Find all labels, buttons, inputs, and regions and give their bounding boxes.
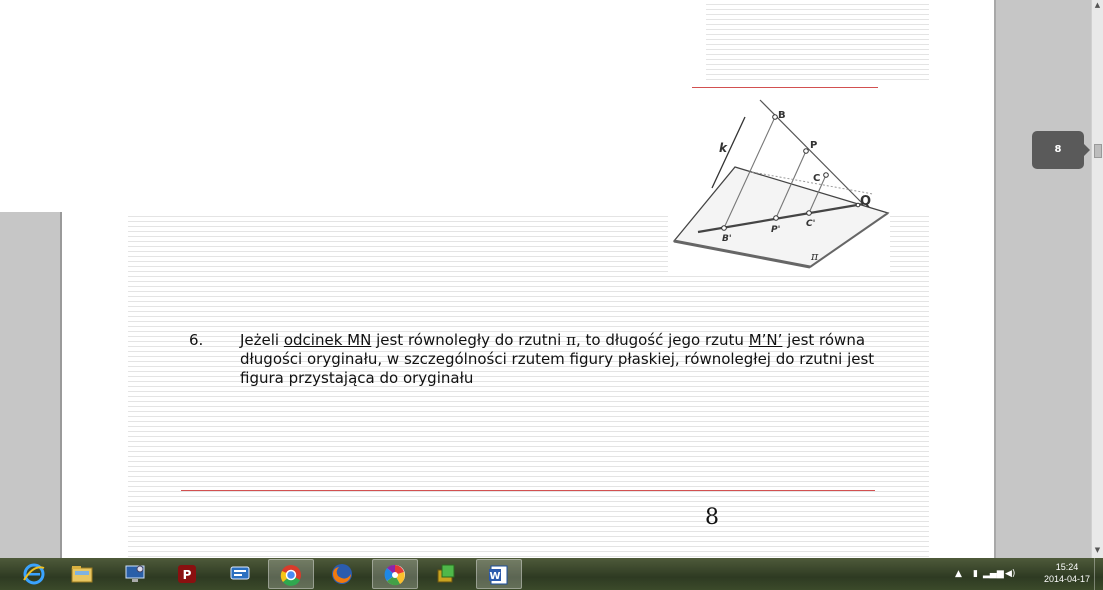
monitor-icon [125, 565, 145, 582]
projection-diagram: k B P C Q B' P' C' π [672, 99, 890, 269]
system-tray: ▲ ▮ ▂▄▆ ◀) 15:24 2014-04-17 [943, 558, 1103, 590]
point-b [772, 114, 778, 120]
para-underlined-mn-prime: M’N’ [748, 331, 783, 349]
acrobat-icon: P [178, 565, 196, 583]
tray-expand-icon[interactable]: ▲ [955, 569, 962, 579]
taskbar-app[interactable] [424, 559, 470, 589]
taskbar-remote-desktop[interactable] [113, 559, 159, 589]
clock-time: 15:24 [1055, 562, 1079, 572]
taskbar-picasa[interactable] [372, 559, 418, 589]
clock-date: 2014-04-17 [1043, 574, 1090, 584]
taskbar-word[interactable]: W [476, 559, 522, 589]
ie-icon [23, 563, 45, 585]
point-b-prime [721, 225, 727, 231]
para-pi: π [566, 331, 576, 349]
label-k: k [719, 141, 728, 155]
chrome-icon [280, 565, 301, 586]
page-left-edge [60, 212, 62, 558]
ruled-paper-top [706, 0, 929, 84]
viewer-background-left [0, 212, 60, 558]
svg-text:P: P [183, 568, 192, 582]
taskbar-chrome[interactable] [268, 559, 314, 589]
label-c: C [813, 173, 820, 184]
taskbar-ie[interactable] [12, 559, 58, 589]
label-p-prime: P' [771, 225, 780, 235]
app-icon [437, 564, 455, 583]
folder-icon [71, 566, 93, 583]
volume-icon[interactable]: ◀) [1005, 569, 1015, 579]
para-underlined-mn: odcinek MN [283, 331, 372, 349]
label-q: Q [860, 194, 871, 209]
svg-text:W: W [489, 571, 500, 582]
chat-icon [230, 566, 250, 580]
show-desktop-button[interactable] [1094, 558, 1103, 590]
point-p-prime [773, 215, 779, 221]
page-right-edge [994, 0, 996, 558]
vertical-scrollbar[interactable]: ▲ ▼ [1091, 0, 1103, 558]
label-p: P [810, 140, 817, 151]
label-c-prime: C' [806, 219, 815, 229]
point-c [823, 172, 829, 178]
para-text-3: , to długość jego rzutu [575, 331, 749, 349]
taskbar-clock[interactable]: 15:24 2014-04-17 [1044, 561, 1090, 585]
red-rule-top [692, 87, 878, 88]
battery-icon[interactable]: ▮ [973, 569, 978, 579]
paragraph-6: Jeżeli odcinek MN jest równoległy do rzu… [240, 331, 880, 388]
picasa-icon [384, 564, 405, 586]
page-indicator-tooltip: 8 [1032, 131, 1090, 169]
para-text-2: jest równoległy do rzutni [371, 331, 567, 349]
label-b-prime: B' [722, 234, 732, 244]
red-rule-bottom [181, 490, 875, 491]
label-pi: π [810, 250, 819, 263]
taskbar-communicator[interactable] [218, 559, 264, 589]
point-c-prime [806, 210, 812, 216]
item-number: 6. [189, 331, 204, 349]
viewer-background-right [996, 0, 1091, 558]
network-signal-icon[interactable]: ▂▄▆ [983, 569, 1004, 579]
taskbar-acrobat[interactable]: P [165, 559, 211, 589]
point-p [803, 148, 809, 154]
taskbar-firefox[interactable] [320, 559, 366, 589]
scroll-down-icon[interactable]: ▼ [1092, 545, 1103, 556]
para-text-1: Jeżeli [240, 331, 284, 349]
firefox-icon [332, 564, 352, 584]
word-icon: W [489, 565, 508, 585]
page-number: 8 [705, 505, 719, 530]
windows-taskbar: P W ▲ ▮ ▂▄▆ ◀) 15:24 2014-04-17 [0, 558, 1103, 590]
taskbar-file-explorer[interactable] [60, 559, 106, 589]
label-b: B [778, 110, 786, 121]
scroll-up-icon[interactable]: ▲ [1092, 0, 1103, 11]
projection-figure: k B P C Q B' P' C' π [668, 95, 890, 275]
scrollbar-thumb[interactable] [1094, 144, 1102, 158]
